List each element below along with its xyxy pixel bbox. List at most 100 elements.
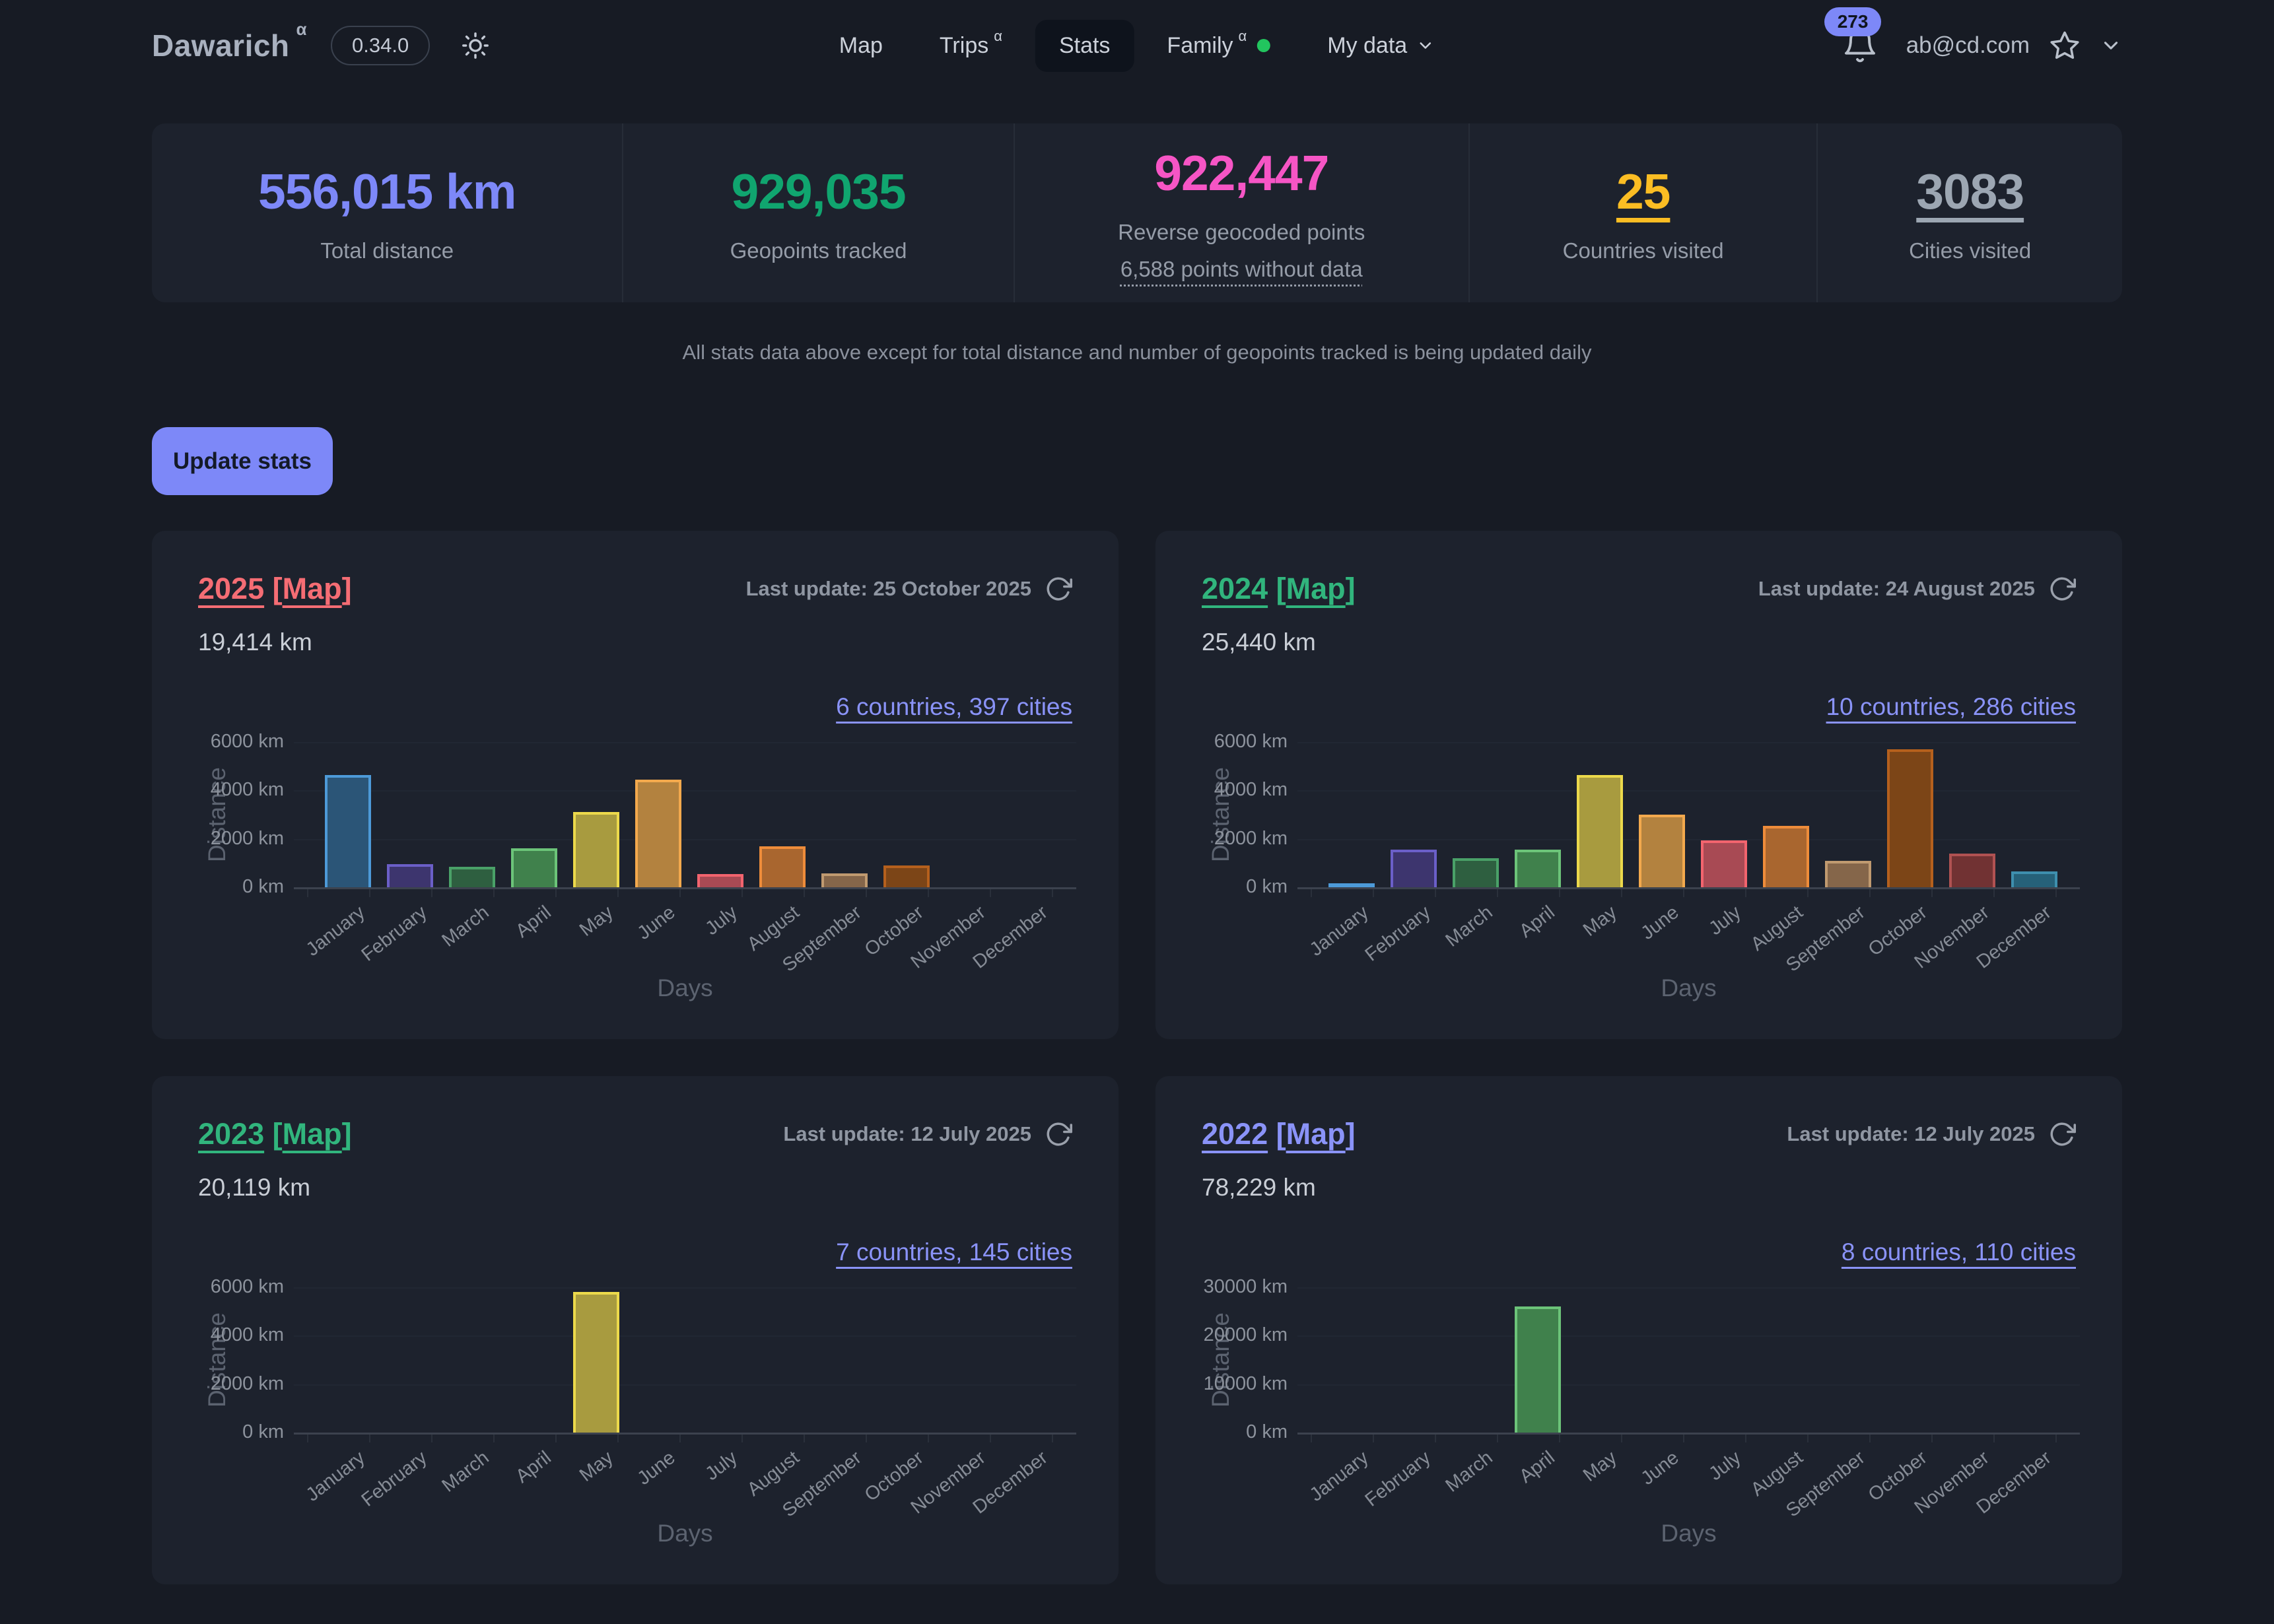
year-distance: 20,119 km xyxy=(198,1174,1072,1201)
chart-y-tick-label: 30000 km xyxy=(1202,1276,1288,1298)
app-logo[interactable]: Dawarichα xyxy=(152,28,300,63)
distance-bar-chart[interactable]: Distance6000 km4000 km2000 km0 kmJanuary… xyxy=(198,742,1072,1046)
chart-bar[interactable] xyxy=(697,874,743,887)
chart-x-tick xyxy=(1052,889,1053,897)
year-link[interactable]: 2023 xyxy=(198,1117,264,1151)
year-link[interactable]: 2025 xyxy=(198,572,264,605)
theme-toggle-button[interactable] xyxy=(460,30,491,61)
chart-bar[interactable] xyxy=(1949,854,1995,887)
summary-stats-bar: 556,015 km Total distance 929,035 Geopoi… xyxy=(152,123,2122,302)
chart-bar[interactable] xyxy=(759,846,806,887)
year-link[interactable]: 2022 xyxy=(1202,1117,1268,1151)
chart-x-tick xyxy=(1683,889,1684,897)
chart-x-axis-title: Days xyxy=(1590,974,1788,1002)
chart-y-tick-label: 4000 km xyxy=(198,779,284,801)
chart-x-tick xyxy=(2055,1435,2057,1442)
distance-bar-chart[interactable]: Distance6000 km4000 km2000 km0 kmJanuary… xyxy=(1202,742,2076,1046)
countries-cities-link[interactable]: 10 countries, 286 cities xyxy=(1202,693,2076,721)
refresh-icon[interactable] xyxy=(2048,1120,2076,1148)
nav-my-data[interactable]: My data xyxy=(1303,20,1459,72)
chart-bar[interactable] xyxy=(1763,826,1809,888)
chart-gridline xyxy=(294,1384,1076,1386)
chart-bar[interactable] xyxy=(1887,749,1933,887)
favorite-button[interactable] xyxy=(2048,29,2081,62)
year-card: 2024 [Map]Last update: 24 August 202525,… xyxy=(1155,531,2122,1039)
chart-x-tick xyxy=(1931,1435,1933,1442)
chart-x-tick xyxy=(741,1435,743,1442)
nav-stats[interactable]: Stats xyxy=(1035,20,1134,72)
update-stats-button[interactable]: Update stats xyxy=(152,427,333,495)
chart-bar[interactable] xyxy=(1701,840,1747,888)
points-without-data-link[interactable]: 6,588 points without data xyxy=(1120,257,1363,282)
chart-gridline xyxy=(294,1287,1076,1289)
map-link[interactable]: Map xyxy=(1286,1117,1346,1151)
year-card: 2023 [Map]Last update: 12 July 202520,11… xyxy=(152,1076,1119,1584)
chart-bar[interactable] xyxy=(449,867,495,887)
year-link[interactable]: 2024 xyxy=(1202,572,1268,605)
chart-x-tick xyxy=(617,1435,619,1442)
chart-x-tick xyxy=(307,1435,308,1442)
year-title: 2025 [Map] xyxy=(198,572,352,606)
account-menu-button[interactable] xyxy=(2100,34,2122,57)
version-badge: 0.34.0 xyxy=(331,26,430,65)
nav-map[interactable]: Map xyxy=(815,20,907,72)
chart-gridline xyxy=(1297,1287,2080,1289)
chart-bar[interactable] xyxy=(821,873,868,887)
chart-x-tick xyxy=(431,1435,432,1442)
countries-cities-link[interactable]: 6 countries, 397 cities xyxy=(198,693,1072,721)
year-card-header: 2025 [Map]Last update: 25 October 2025 xyxy=(198,572,1072,606)
refresh-icon[interactable] xyxy=(1045,1120,1072,1148)
distance-bar-chart[interactable]: Distance6000 km4000 km2000 km0 kmJanuary… xyxy=(198,1287,1072,1591)
chart-y-tick-label: 0 km xyxy=(1202,1421,1288,1443)
stat-value[interactable]: 25 xyxy=(1616,163,1670,220)
chart-gridline xyxy=(1297,1336,2080,1337)
year-card-header: 2022 [Map]Last update: 12 July 2025 xyxy=(1202,1117,2076,1151)
chart-bar[interactable] xyxy=(1515,850,1561,887)
chart-x-tick xyxy=(1559,889,1560,897)
chart-x-axis-line xyxy=(294,887,1076,889)
chart-bar[interactable] xyxy=(387,864,433,887)
countries-cities-link[interactable]: 8 countries, 110 cities xyxy=(1202,1238,2076,1266)
chart-bar[interactable] xyxy=(1453,858,1499,887)
nav-trips[interactable]: Tripsα xyxy=(916,20,1026,72)
chart-bar[interactable] xyxy=(1328,883,1375,887)
countries-cities-link[interactable]: 7 countries, 145 cities xyxy=(198,1238,1072,1266)
chart-x-tick xyxy=(1373,1435,1374,1442)
distance-bar-chart[interactable]: Distance30000 km20000 km10000 km0 kmJanu… xyxy=(1202,1287,2076,1591)
chart-bar[interactable] xyxy=(1515,1306,1561,1433)
map-link[interactable]: Map xyxy=(283,1117,342,1151)
chart-bar[interactable] xyxy=(883,865,930,887)
chart-x-axis-title: Days xyxy=(1590,1520,1788,1547)
stat-value[interactable]: 3083 xyxy=(1916,163,2024,220)
chart-x-axis-title: Days xyxy=(586,974,784,1002)
bracket: ] xyxy=(1346,1117,1356,1151)
chart-x-tick xyxy=(990,1435,991,1442)
refresh-icon[interactable] xyxy=(2048,575,2076,603)
chart-bar[interactable] xyxy=(1577,775,1623,888)
refresh-icon[interactable] xyxy=(1045,575,1072,603)
chart-x-tick xyxy=(1869,1435,1871,1442)
map-link[interactable]: Map xyxy=(1286,572,1346,605)
stat-label: Reverse geocoded points xyxy=(1118,220,1365,245)
chart-bar[interactable] xyxy=(511,848,557,887)
chart-gridline xyxy=(294,742,1076,743)
chart-bar[interactable] xyxy=(573,1292,619,1433)
map-link[interactable]: Map xyxy=(283,572,342,605)
chart-bar[interactable] xyxy=(2011,871,2057,887)
year-title: 2024 [Map] xyxy=(1202,572,1356,606)
notifications-button[interactable]: 273 xyxy=(1842,27,1878,64)
chart-bar[interactable] xyxy=(635,780,681,887)
chart-x-tick xyxy=(431,889,432,897)
chart-x-tick xyxy=(1931,889,1933,897)
chart-bar[interactable] xyxy=(325,775,371,888)
chart-gridline xyxy=(1297,839,2080,840)
chart-bar[interactable] xyxy=(1825,861,1871,887)
nav-family[interactable]: Familyα xyxy=(1143,20,1294,72)
chart-bar[interactable] xyxy=(1391,850,1437,887)
stats-update-note: All stats data above except for total di… xyxy=(152,341,2122,364)
chart-bar[interactable] xyxy=(1639,815,1685,887)
chart-y-tick-label: 2000 km xyxy=(198,828,284,850)
chart-bar[interactable] xyxy=(573,812,619,887)
chart-gridline xyxy=(294,1336,1076,1337)
chart-y-tick-label: 2000 km xyxy=(198,1373,284,1395)
